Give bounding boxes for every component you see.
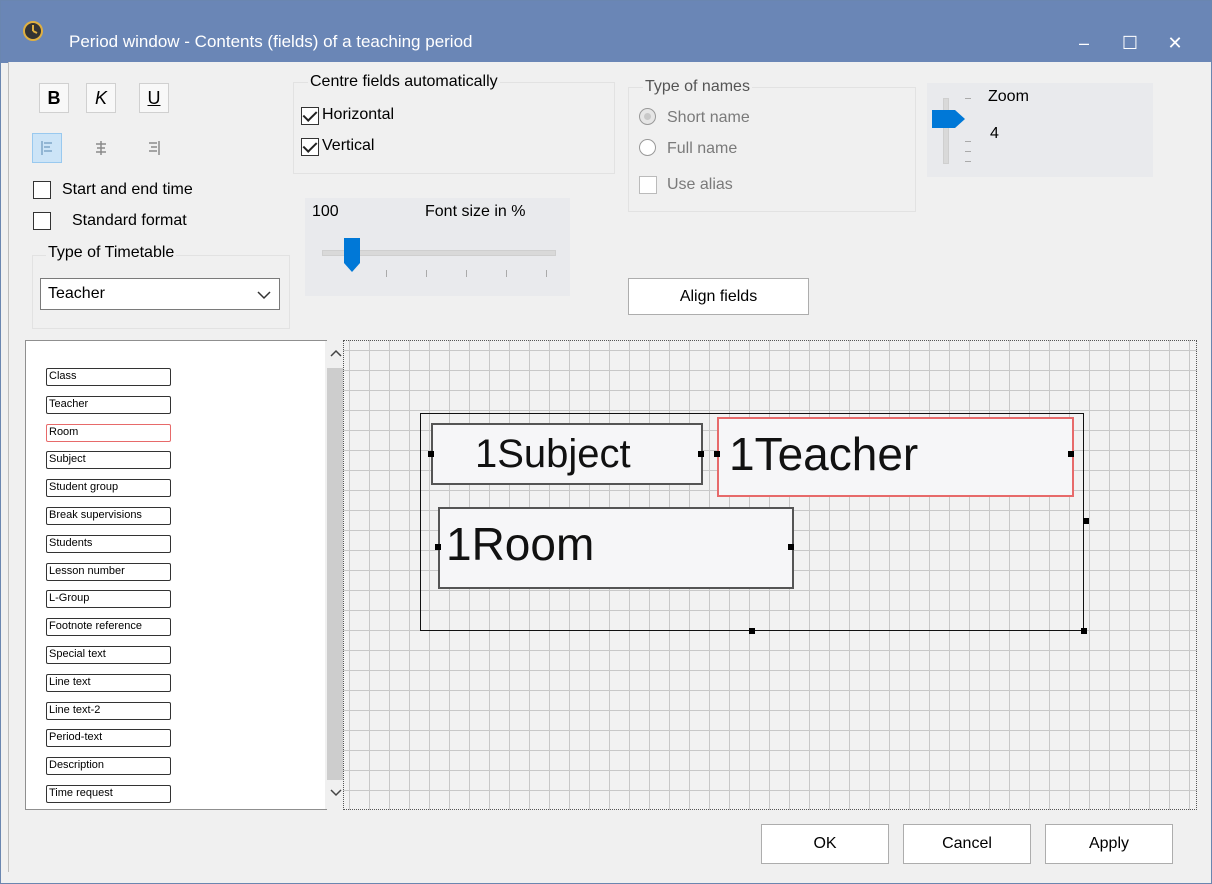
align-left-button[interactable]	[32, 133, 62, 163]
vertical-label: Vertical	[322, 137, 375, 154]
resize-handle[interactable]	[1081, 628, 1087, 634]
horizontal-checkbox[interactable]	[301, 107, 319, 125]
scroll-down-icon[interactable]	[330, 789, 342, 797]
window-title: Period window - Contents (fields) of a t…	[69, 32, 473, 51]
canvas-field-teacher[interactable]: 1Teacher	[717, 417, 1074, 497]
field-list-item[interactable]: Room	[46, 423, 171, 442]
align-right-button[interactable]	[139, 133, 169, 163]
centre-fields-group	[293, 82, 615, 174]
field-list-item[interactable]: Teacher	[46, 395, 171, 414]
apply-button[interactable]: Apply	[1045, 824, 1173, 864]
field-list-item[interactable]: Period-text	[46, 729, 171, 748]
standard-format-checkbox[interactable]	[33, 212, 51, 230]
field-list-item[interactable]: Special text	[46, 646, 171, 664]
chevron-down-icon	[257, 291, 271, 300]
app-clock-icon	[23, 21, 43, 41]
full-name-label: Full name	[667, 140, 738, 157]
vertical-checkbox[interactable]	[301, 138, 319, 156]
scroll-up-icon[interactable]	[330, 349, 342, 357]
close-button[interactable]: ✕	[1161, 29, 1189, 57]
font-size-value: 100	[312, 203, 339, 220]
short-name-radio[interactable]	[639, 108, 656, 125]
slider-tick	[426, 270, 427, 277]
field-list-item[interactable]: Class	[46, 368, 171, 386]
underline-button[interactable]: U	[139, 83, 169, 113]
resize-handle[interactable]	[749, 628, 755, 634]
use-alias-checkbox[interactable]	[639, 176, 657, 194]
resize-handle[interactable]	[1083, 518, 1089, 524]
start-end-time-label: Start and end time	[62, 181, 193, 198]
ok-button[interactable]: OK	[761, 824, 889, 864]
field-list-item[interactable]: Subject	[46, 451, 171, 470]
timetable-type-select[interactable]: Teacher	[40, 278, 280, 310]
standard-format-label: Standard format	[72, 212, 187, 229]
zoom-slider-thumb[interactable]	[931, 109, 967, 129]
title-bar[interactable]: Period window - Contents (fields) of a t…	[1, 1, 1211, 63]
resize-handle[interactable]	[1068, 451, 1074, 457]
type-of-names-label: Type of names	[643, 78, 752, 96]
minimize-button[interactable]: –	[1070, 29, 1098, 57]
short-name-label: Short name	[667, 109, 750, 126]
zoom-slider-track[interactable]	[943, 98, 949, 164]
field-list-item[interactable]: Student group	[46, 479, 171, 498]
horizontal-label: Horizontal	[322, 106, 395, 123]
slider-tick	[506, 270, 507, 277]
field-list-item[interactable]: Line text-2	[46, 701, 171, 720]
align-center-button[interactable]	[86, 133, 116, 163]
resize-handle[interactable]	[435, 544, 441, 550]
canvas-field-subject[interactable]: 1Subject	[431, 423, 703, 485]
timetable-type-value: Teacher	[48, 285, 105, 302]
resize-handle[interactable]	[698, 451, 704, 457]
field-list-item[interactable]: Lesson number	[46, 562, 171, 581]
field-list-item[interactable]: Break supervisions	[46, 507, 171, 525]
field-list-item[interactable]: Footnote reference	[46, 618, 171, 637]
period-layout-canvas[interactable]: 1Subject 1Teacher 1Room	[343, 340, 1197, 810]
centre-fields-label: Centre fields automatically	[308, 73, 500, 91]
align-left-icon	[41, 141, 52, 155]
maximize-button[interactable]: ☐	[1116, 29, 1144, 57]
resize-handle[interactable]	[788, 544, 794, 550]
field-list-item[interactable]: Line text	[46, 673, 171, 692]
slider-tick	[466, 270, 467, 277]
full-name-radio[interactable]	[639, 139, 656, 156]
zoom-tick	[965, 161, 971, 162]
slider-tick	[386, 270, 387, 277]
font-size-slider-thumb[interactable]	[343, 237, 361, 273]
use-alias-label: Use alias	[667, 176, 733, 193]
zoom-tick	[965, 151, 971, 152]
zoom-value: 4	[990, 125, 999, 142]
zoom-label: Zoom	[988, 88, 1029, 105]
align-center-icon	[96, 141, 106, 155]
resize-handle[interactable]	[428, 451, 434, 457]
field-list-item[interactable]: Students	[46, 534, 171, 553]
cancel-button[interactable]: Cancel	[903, 824, 1031, 864]
start-end-time-checkbox[interactable]	[33, 181, 51, 199]
zoom-panel	[927, 83, 1153, 177]
field-list-panel[interactable]: Class Teacher Room Subject Student group Brea…	[25, 340, 347, 810]
field-list-item[interactable]: L-Group	[46, 590, 171, 609]
field-list-item[interactable]: Time request	[46, 785, 171, 803]
align-fields-button[interactable]: Align fields	[628, 278, 809, 315]
slider-tick	[546, 270, 547, 277]
align-right-icon	[149, 141, 160, 155]
canvas-field-room[interactable]: 1Room	[438, 507, 794, 589]
timetable-type-label: Type of Timetable	[46, 244, 177, 262]
italic-button[interactable]: K	[86, 83, 116, 113]
font-size-label: Font size in %	[425, 203, 526, 220]
field-list-item[interactable]: Description	[46, 757, 171, 776]
zoom-tick	[965, 141, 971, 142]
bold-button[interactable]: B	[39, 83, 69, 113]
zoom-tick	[965, 98, 971, 99]
resize-handle[interactable]	[714, 451, 720, 457]
